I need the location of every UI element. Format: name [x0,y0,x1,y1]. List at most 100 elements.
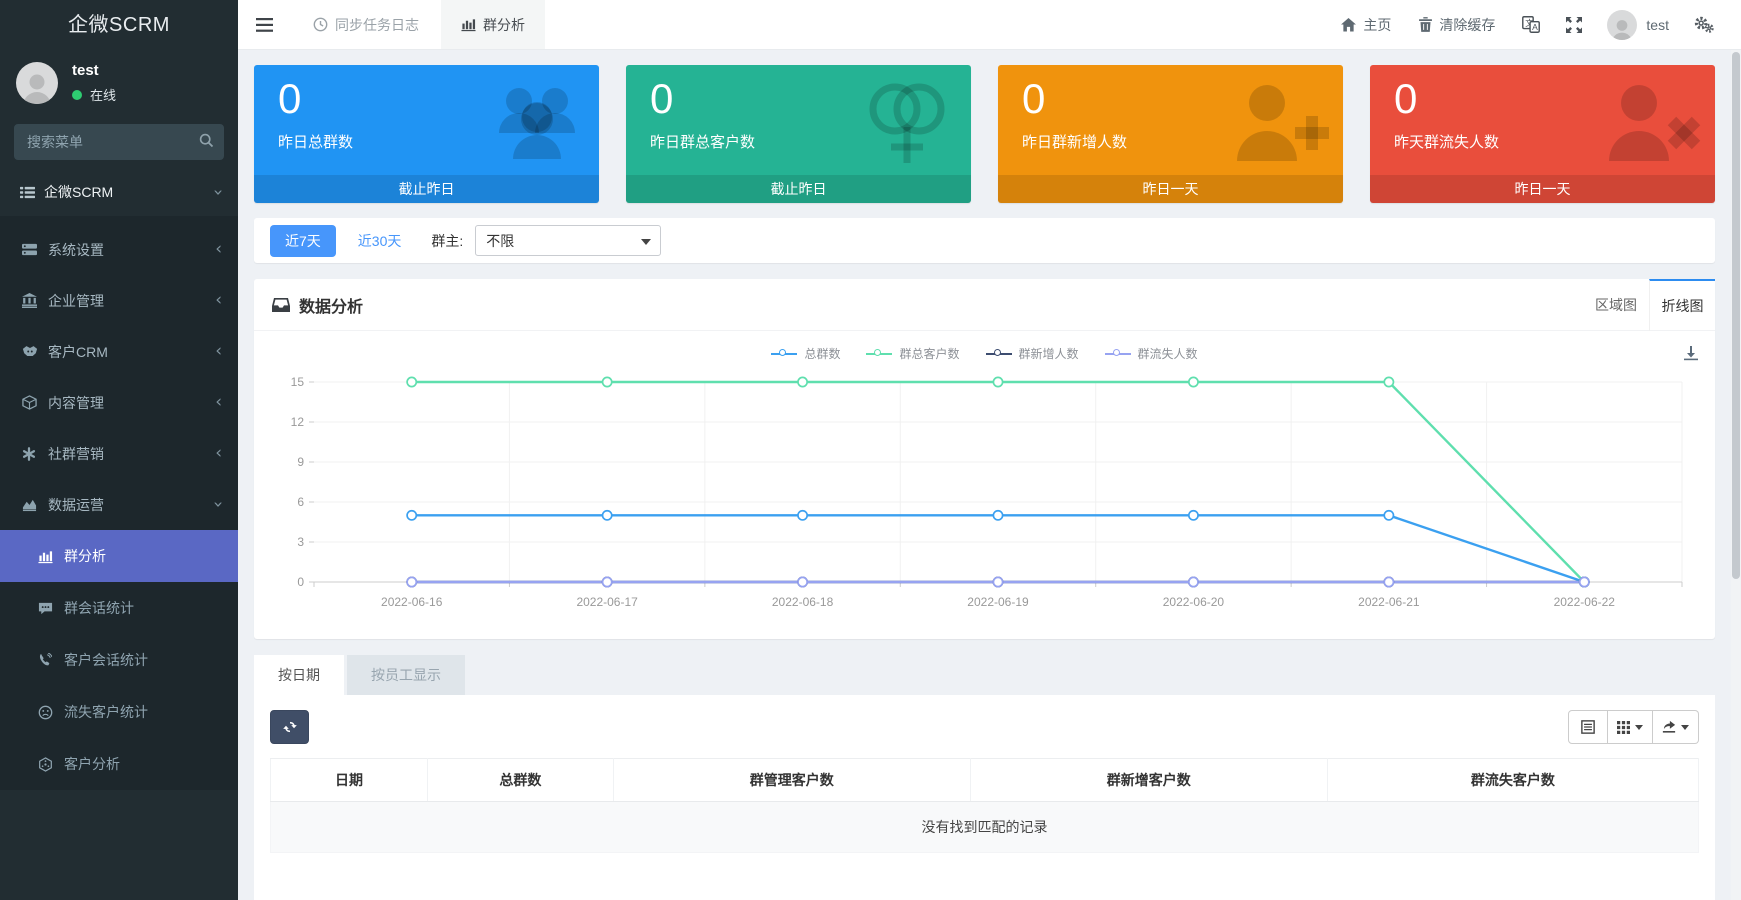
refresh-icon [282,720,297,734]
svg-text:2022-06-20: 2022-06-20 [1163,595,1225,609]
stat-card-total-customers: 0 昨日群总客户数 截止昨日 [626,65,971,203]
chevron-left-icon: ‹ [215,392,222,412]
sidebar-item-customer-session-stats[interactable]: 客户会话统计 [0,634,238,686]
columns-dropdown-button[interactable] [1608,710,1653,744]
tab-area-chart[interactable]: 区域图 [1583,279,1649,331]
table-empty-row: 没有找到匹配的记录 [270,801,1699,853]
asterisk-icon [22,446,48,461]
topbar-user-menu[interactable]: test [1595,9,1681,40]
sidebar-item-group-session-stats[interactable]: 群会话统计 [0,582,238,634]
stat-footer-link[interactable]: 昨日一天 [1370,175,1715,203]
chevron-left-icon: ‹ [215,341,222,361]
user-plus-icon [1225,75,1329,167]
chevron-left-icon: ‹ [215,443,222,463]
col-header-date[interactable]: 日期 [269,758,429,802]
translate-icon[interactable]: 文A [1509,0,1553,50]
svg-text:2022-06-21: 2022-06-21 [1358,595,1420,609]
chart-type-tabs: 区域图 折线图 [1583,278,1715,331]
sidebar-item-customer-crm[interactable]: 客户CRM ‹ [0,326,238,377]
col-header-lost-customers[interactable]: 群流失客户数 [1326,758,1700,802]
sidebar-tree: 系统设置 ‹ 企业管理 ‹ 客户CRM ‹ 内容管理 ‹ 社群营销 ‹ 数据运营… [0,216,238,790]
tab-by-date[interactable]: 按日期 [254,655,344,695]
caret-down-icon [1635,724,1643,730]
area-chart-icon [22,497,48,512]
sidebar-user-panel: test 在线 [0,50,238,114]
hexagon-icon [38,756,64,772]
home-button[interactable]: 主页 [1327,0,1405,50]
topbar-username: test [1646,16,1669,33]
fullscreen-icon[interactable] [1553,0,1595,50]
col-header-total-groups[interactable]: 总群数 [427,758,614,802]
table-view-controls [1568,710,1699,744]
home-icon [1341,17,1357,32]
tab-by-staff[interactable]: 按员工显示 [347,655,465,695]
svg-text:9: 9 [297,455,304,469]
chevron-left-icon: ‹ [215,290,222,310]
search-input[interactable] [14,124,224,160]
chevron-down-icon: ‹ [208,501,229,508]
svg-text:A: A [1533,22,1539,32]
chart-legend: 总群数 群总客户数 群新增人数 群流失人数 [254,345,1715,362]
users-icon [489,75,585,167]
clear-cache-button[interactable]: 清除缓存 [1405,0,1509,50]
sidebar-item-churned-customer-stats[interactable]: 流失客户统计 [0,686,238,738]
sync-task-log-button[interactable]: 同步任务日志 [291,0,441,49]
table-tabs: 按日期 按员工显示 [254,655,1715,695]
export-dropdown-button[interactable] [1653,710,1699,744]
range-30days-link[interactable]: 近30天 [358,231,402,251]
main-content: 0 昨日总群数 截止昨日 0 昨日群总客户数 截止昨日 0 昨日群新增人数 昨日… [238,50,1731,900]
sidebar-item-group-analysis[interactable]: 群分析 [0,530,238,582]
legend-item[interactable]: 群新增人数 [985,345,1079,362]
topbar: 同步任务日志 群分析 主页 清除缓存 A test [238,0,1741,50]
stat-footer-link[interactable]: 昨日一天 [998,175,1343,203]
sidebar-search [14,124,224,160]
svg-text:2022-06-22: 2022-06-22 [1554,595,1616,609]
svg-text:2022-06-16: 2022-06-16 [381,595,443,609]
vertical-scrollbar[interactable] [1731,50,1741,900]
legend-item[interactable]: 总群数 [771,345,840,362]
sidebar-item-customer-analysis[interactable]: 客户分析 [0,738,238,790]
download-icon[interactable] [1683,345,1699,361]
legend-item[interactable]: 群流失人数 [1104,345,1198,362]
chevron-down-icon: ‹ [208,188,229,196]
svg-text:2022-06-19: 2022-06-19 [967,595,1029,609]
th-list-icon [20,185,44,200]
sidebar-item-data-operation[interactable]: 数据运营 ‹ [0,479,238,530]
svg-text:6: 6 [297,495,304,509]
stat-footer-link[interactable]: 截止昨日 [254,175,599,203]
server-icon [22,242,48,257]
col-header-new-customers[interactable]: 群新增客户数 [969,758,1328,802]
range-7days-button[interactable]: 近7天 [270,224,336,257]
sidebar-item-scrm-root[interactable]: 企微SCRM ‹ [0,168,238,216]
cogs-icon[interactable] [1681,0,1727,50]
tab-group-analysis[interactable]: 群分析 [441,0,545,49]
svg-text:0: 0 [297,575,304,589]
col-header-managed-customers[interactable]: 群管理客户数 [612,758,971,802]
sidebar-item-system-settings[interactable]: 系统设置 ‹ [0,224,238,275]
hamburger-icon[interactable] [238,0,291,49]
legend-item[interactable]: 群总客户数 [866,345,960,362]
toggle-view-button[interactable] [1568,710,1608,744]
sidebar-item-enterprise-mgmt[interactable]: 企业管理 ‹ [0,275,238,326]
user-times-icon [1597,75,1701,167]
owner-label: 群主: [431,232,464,249]
filter-bar: 近7天 近30天 群主: 不限 [254,218,1715,263]
scrollbar-thumb[interactable] [1732,52,1740,579]
chevron-left-icon: ‹ [215,239,222,259]
comments-icon [38,601,64,616]
sidebar-item-content-mgmt[interactable]: 内容管理 ‹ [0,377,238,428]
chart-area: 0 3 6 9 12 15 2022-06-16 2022-06-17 2022-06-18 20… [254,362,1715,618]
trash-icon [1419,17,1433,32]
search-icon[interactable] [199,133,214,148]
tab-line-chart[interactable]: 折线图 [1649,278,1715,331]
svg-text:12: 12 [291,415,305,429]
owner-select[interactable]: 不限 [475,225,662,256]
svg-text:2022-06-17: 2022-06-17 [576,595,638,609]
refresh-button[interactable] [270,710,309,744]
sidebar-item-community-marketing[interactable]: 社群营销 ‹ [0,428,238,479]
caret-down-icon [641,239,652,245]
bar-chart-icon [461,17,476,32]
handshake-icon [22,344,48,359]
analysis-panel-header: 数据分析 区域图 折线图 [254,278,1715,331]
stat-footer-link[interactable]: 截止昨日 [626,175,971,203]
